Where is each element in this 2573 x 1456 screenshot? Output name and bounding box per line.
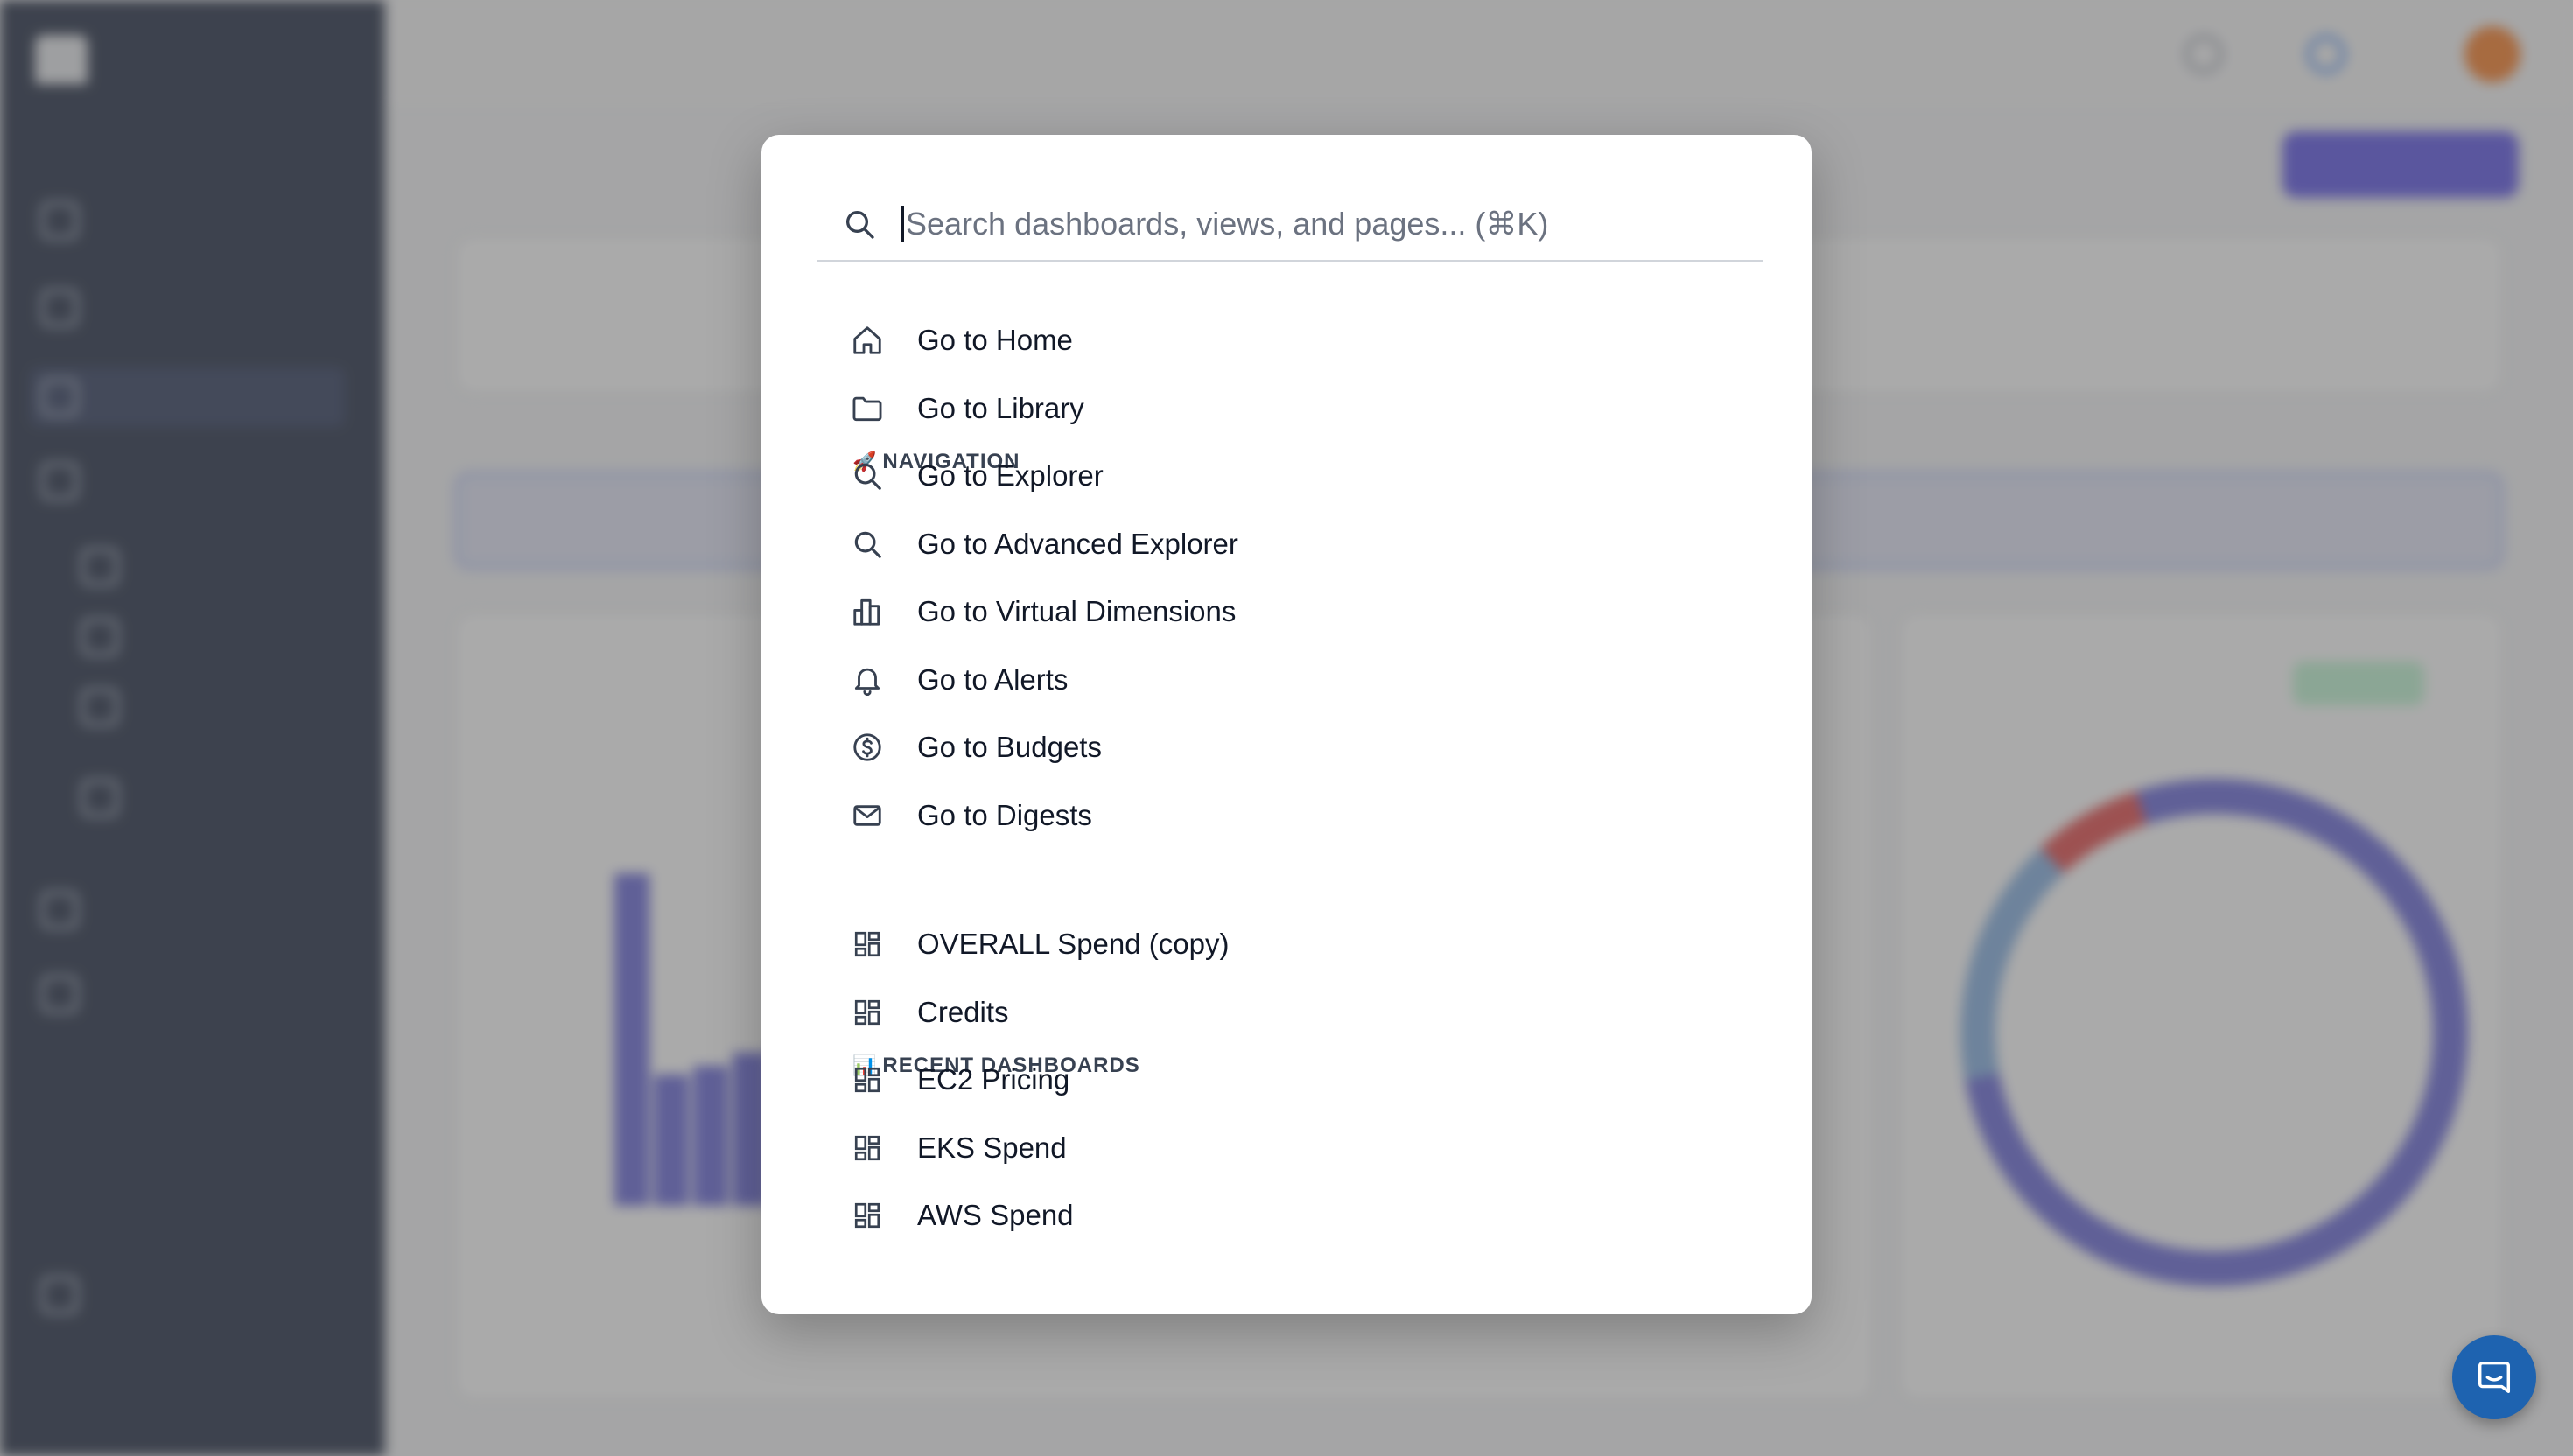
dashboard-icon xyxy=(849,926,886,962)
nav-item-virtual-dimensions[interactable]: Go to Virtual Dimensions xyxy=(849,581,1724,642)
item-label: AWS Spend xyxy=(917,1199,1074,1231)
search-bar xyxy=(817,187,1763,262)
item-label: Go to Library xyxy=(917,392,1084,424)
nav-item-advanced-explorer[interactable]: Go to Advanced Explorer xyxy=(849,514,1724,575)
item-label: EKS Spend xyxy=(917,1131,1067,1164)
dashboard-icon xyxy=(849,994,886,1031)
dashboard-item[interactable]: AWS Spend xyxy=(849,1185,1724,1246)
nav-item-home[interactable]: Go to Home xyxy=(849,310,1724,371)
bell-icon xyxy=(849,662,886,698)
nav-item-budgets[interactable]: Go to Budgets xyxy=(849,717,1724,778)
item-label: Go to Home xyxy=(917,324,1073,356)
item-label: Go to Budgets xyxy=(917,731,1102,763)
dashboard-item[interactable]: EC2 Pricing xyxy=(849,1049,1724,1110)
dashboard-item[interactable]: EKS Spend xyxy=(849,1117,1724,1179)
item-label: OVERALL Spend (copy) xyxy=(917,928,1230,960)
item-label: EC2 Pricing xyxy=(917,1063,1070,1096)
item-label: Go to Digests xyxy=(917,799,1092,831)
item-label: Go to Alerts xyxy=(917,663,1069,696)
dollar-circle-icon xyxy=(849,729,886,766)
folder-icon xyxy=(849,390,886,427)
home-icon xyxy=(849,322,886,359)
chat-icon xyxy=(2474,1357,2514,1397)
item-label: Go to Virtual Dimensions xyxy=(917,595,1237,627)
dashboard-icon xyxy=(849,1130,886,1166)
search-input[interactable] xyxy=(901,205,1742,242)
search-icon xyxy=(849,526,886,563)
search-icon xyxy=(849,458,886,494)
dashboard-item[interactable]: Credits xyxy=(849,982,1724,1043)
nav-item-digests[interactable]: Go to Digests xyxy=(849,785,1724,846)
chat-launcher-button[interactable] xyxy=(2452,1335,2536,1419)
item-label: Go to Explorer xyxy=(917,459,1104,492)
results-list: 🚀 NAVIGATION Go to Home Go to Library Go… xyxy=(761,303,1812,1251)
dashboard-icon xyxy=(849,1061,886,1098)
dashboard-icon xyxy=(849,1197,886,1234)
nav-item-alerts[interactable]: Go to Alerts xyxy=(849,649,1724,710)
search-icon xyxy=(842,206,877,242)
mail-icon xyxy=(849,797,886,834)
bar-chart-icon xyxy=(849,593,886,630)
item-label: Go to Advanced Explorer xyxy=(917,528,1238,560)
dashboard-item[interactable]: OVERALL Spend (copy) xyxy=(849,914,1724,975)
nav-item-library[interactable]: Go to Library xyxy=(849,378,1724,439)
item-label: Credits xyxy=(917,996,1009,1028)
command-palette: 🚀 NAVIGATION Go to Home Go to Library Go… xyxy=(761,135,1812,1314)
nav-item-explorer[interactable]: Go to Explorer xyxy=(849,445,1724,507)
